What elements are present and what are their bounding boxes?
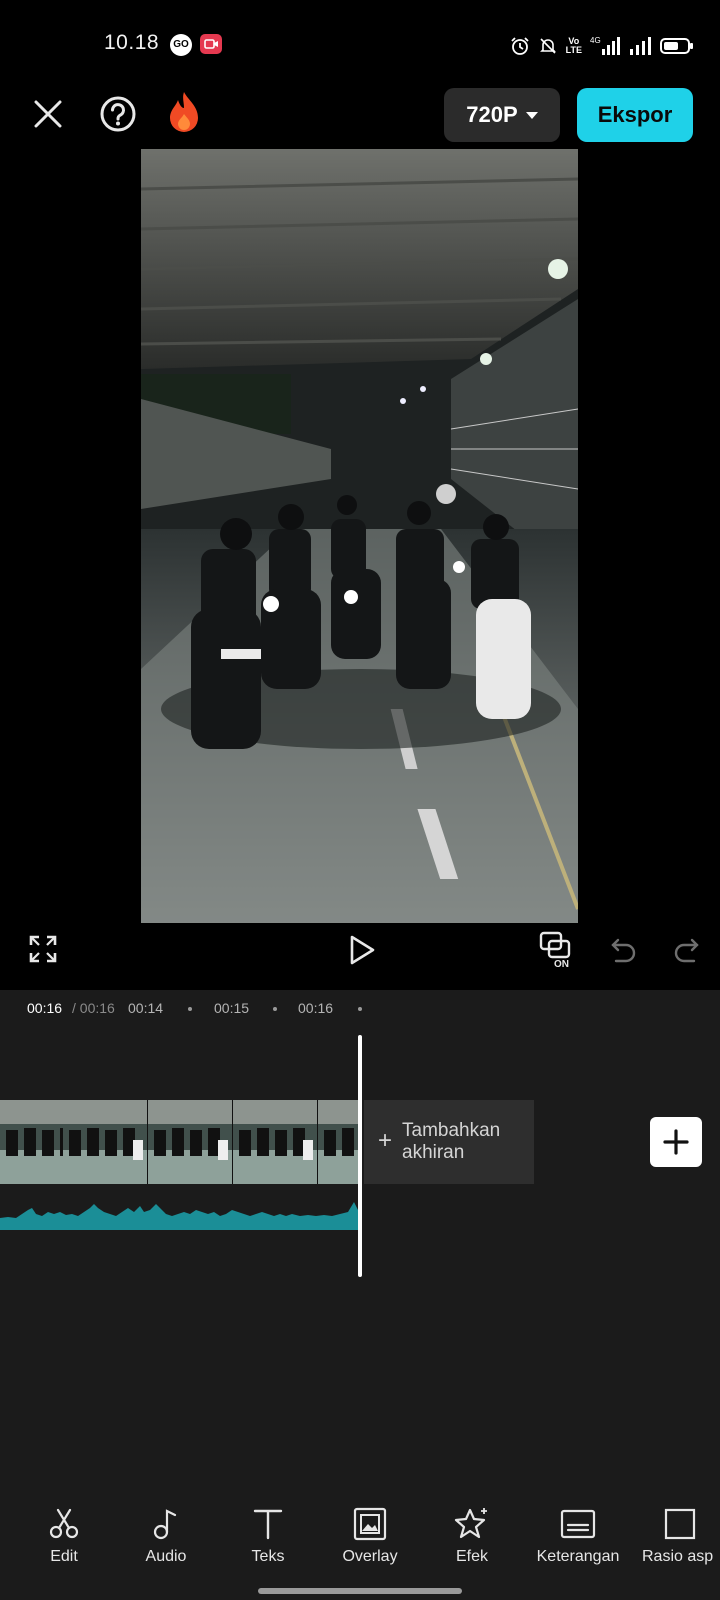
redo-icon[interactable] xyxy=(672,934,700,964)
alarm-icon xyxy=(511,37,529,55)
status-bar: 10.18 GO Vo LTE 4G xyxy=(0,0,720,88)
add-ending-label: Tambahkan akhiran xyxy=(402,1120,501,1163)
video-preview[interactable] xyxy=(141,149,578,923)
captions-icon xyxy=(560,1509,596,1539)
bottom-toolbar: Edit Audio Teks Overlay Efek Keterangan … xyxy=(0,1490,720,1600)
current-time: 00:16 xyxy=(27,1000,63,1016)
tool-overlay[interactable]: Overlay xyxy=(322,1506,418,1576)
add-ending-button[interactable]: + Tambahkan akhiran xyxy=(364,1100,534,1184)
tool-audio[interactable]: Audio xyxy=(118,1506,214,1576)
undo-icon[interactable] xyxy=(610,934,638,964)
fullscreen-icon[interactable] xyxy=(28,934,58,964)
play-icon[interactable] xyxy=(348,934,376,966)
ruler-dot xyxy=(188,1007,192,1011)
music-note-icon xyxy=(153,1509,177,1540)
aspect-ratio-icon xyxy=(664,1508,696,1540)
tool-edit[interactable]: Edit xyxy=(16,1506,112,1576)
resolution-dropdown[interactable]: 720P xyxy=(444,88,560,142)
resolution-label: 720P xyxy=(466,102,518,127)
volte-label: Vo LTE xyxy=(565,36,582,55)
fire-icon[interactable] xyxy=(164,88,204,136)
scissors-icon xyxy=(49,1508,79,1539)
tool-label: Efek xyxy=(455,1548,488,1565)
playhead[interactable] xyxy=(358,1035,362,1277)
video-frame-image xyxy=(141,149,578,923)
ruler-tick: 00:15 xyxy=(214,1000,250,1016)
tool-effects[interactable]: Efek xyxy=(424,1506,520,1576)
status-time: 10.18 xyxy=(104,31,160,54)
chevron-down-icon xyxy=(525,111,538,119)
video-clip[interactable] xyxy=(0,1100,358,1184)
tool-text[interactable]: Teks xyxy=(220,1506,316,1576)
time-ruler: 00:16 / 00:16 00:14 00:15 00:16 xyxy=(0,990,720,1026)
screen-record-icon xyxy=(200,34,222,54)
plus-icon xyxy=(663,1129,689,1155)
add-clip-button[interactable] xyxy=(650,1117,702,1167)
go-badge-icon: GO xyxy=(170,34,192,56)
clip-thumbnail xyxy=(63,1100,148,1184)
total-time: / 00:16 xyxy=(72,1000,115,1016)
tool-label: Rasio asp xyxy=(642,1548,714,1565)
clip-thumbnail xyxy=(148,1100,233,1184)
tool-captions[interactable]: Keterangan xyxy=(530,1506,626,1576)
tool-label: Keterangan xyxy=(536,1548,620,1565)
overlay-icon xyxy=(353,1507,387,1541)
player-controls: ON xyxy=(0,920,720,990)
ruler-dot xyxy=(358,1007,362,1011)
effects-star-icon xyxy=(454,1508,487,1539)
signal-4g-icon: 4G xyxy=(590,36,620,55)
help-icon[interactable] xyxy=(96,92,140,136)
tool-label: Edit xyxy=(50,1548,78,1565)
close-icon[interactable] xyxy=(28,94,68,134)
svg-text:4G: 4G xyxy=(590,36,601,45)
ruler-dot xyxy=(273,1007,277,1011)
plus-icon: + xyxy=(378,1127,393,1154)
ruler-tick: 00:14 xyxy=(128,1000,164,1016)
mute-icon xyxy=(539,38,556,54)
tool-label: Overlay xyxy=(342,1548,398,1565)
tool-label: Teks xyxy=(251,1548,285,1565)
svg-text:ON: ON xyxy=(554,959,569,970)
keyframe-toggle-icon[interactable]: ON xyxy=(538,930,578,970)
signal-icon xyxy=(630,37,651,55)
clip-thumbnail xyxy=(233,1100,318,1184)
ruler-tick: 00:16 xyxy=(298,1000,334,1016)
status-icons: Vo LTE 4G xyxy=(510,34,694,58)
export-button[interactable]: Ekspor xyxy=(577,88,693,142)
timeline-panel[interactable]: 00:16 / 00:16 00:14 00:15 00:16 + Tambah… xyxy=(0,990,720,1490)
clip-thumbnail xyxy=(318,1100,358,1184)
tool-aspect-ratio[interactable]: Rasio asp xyxy=(640,1506,720,1576)
home-indicator[interactable] xyxy=(258,1588,462,1594)
text-icon xyxy=(253,1509,283,1540)
editor-toolbar: 720P Ekspor xyxy=(0,88,720,148)
audio-waveform[interactable] xyxy=(0,1190,358,1230)
battery-icon xyxy=(660,38,693,54)
tool-label: Audio xyxy=(145,1548,187,1565)
